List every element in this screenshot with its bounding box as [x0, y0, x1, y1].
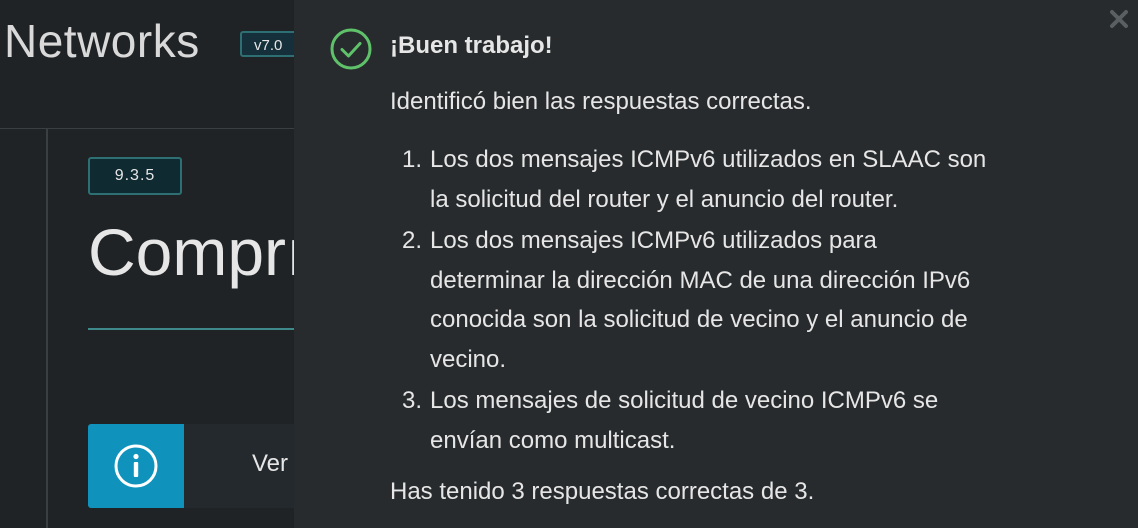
close-button[interactable]	[1108, 8, 1130, 30]
feedback-panel: ¡Buen trabajo! Identificó bien las respu…	[294, 0, 1138, 528]
point-line: Los dos mensajes ICMPv6 utilizados en SL…	[430, 146, 987, 173]
brand-title: Networks	[4, 15, 200, 67]
feedback-point: 2. Los dos mensajes ICMPv6 utilizados pa…	[390, 221, 1090, 379]
point-line: conocida son la solicitud de vecino y el…	[430, 306, 968, 333]
point-line: la solicitud del router y el anuncio del…	[430, 185, 899, 213]
course-header: Networks v7.0	[0, 0, 294, 129]
feedback-point: 3. Los mensajes de solicitud de vecino I…	[390, 381, 1090, 460]
point-line: vecino.	[430, 345, 507, 373]
info-icon-box	[88, 424, 184, 508]
info-callout[interactable]: Ver	[88, 424, 294, 508]
point-line: Los dos mensajes ICMPv6 utilizados para	[430, 227, 877, 254]
point-line: determinar la dirección MAC de una direc…	[430, 266, 971, 294]
score-summary: Has tenido 3 respuestas correctas de 3.	[390, 478, 815, 505]
info-icon	[114, 444, 158, 488]
version-badge: v7.0	[240, 31, 294, 57]
page-title: Comprı	[88, 215, 294, 289]
feedback-intro: Identificó bien las respuestas correctas…	[390, 88, 812, 115]
point-number: 2.	[402, 227, 423, 254]
course-page-background: Networks v7.0 9.3.5 Comprı Ver	[0, 0, 294, 528]
close-icon	[1110, 10, 1128, 28]
point-line: Los mensajes de solicitud de vecino ICMP…	[430, 387, 939, 414]
feedback-title: ¡Buen trabajo!	[390, 32, 553, 59]
feedback-points-list: 1. Los dos mensajes ICMPv6 utilizados en…	[390, 140, 1090, 462]
feedback-point: 1. Los dos mensajes ICMPv6 utilizados en…	[390, 140, 1090, 219]
left-navigation-rail[interactable]	[0, 129, 48, 528]
screen: Networks v7.0 9.3.5 Comprı Ver ¡Buen tra…	[0, 0, 1138, 528]
check-circle-icon	[330, 28, 372, 70]
title-divider	[88, 328, 294, 330]
point-line: envían como multicast.	[430, 426, 676, 454]
section-number-badge: 9.3.5	[88, 157, 182, 195]
point-number: 3.	[402, 387, 423, 414]
point-number: 1.	[402, 146, 423, 173]
callout-label: Ver	[252, 450, 289, 477]
